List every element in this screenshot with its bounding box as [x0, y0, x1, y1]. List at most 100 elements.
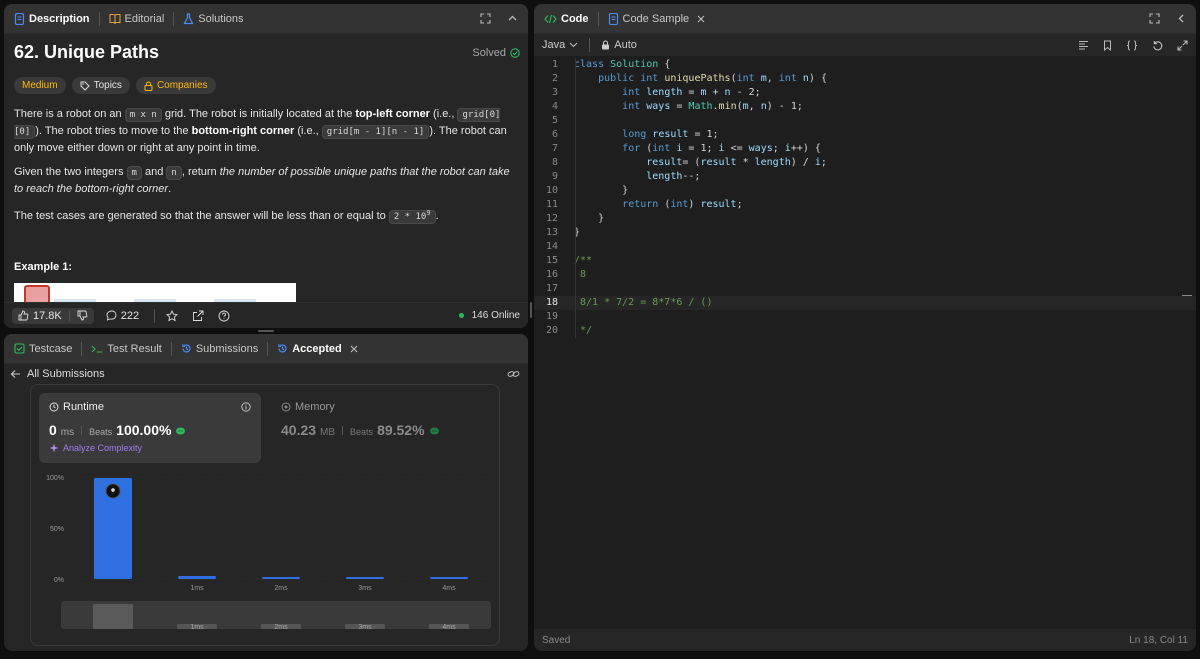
document-icon: [14, 12, 25, 25]
companies-tag[interactable]: Companies: [135, 77, 216, 94]
comments-button[interactable]: 222: [102, 308, 143, 324]
tab-accepted[interactable]: Accepted: [277, 343, 358, 355]
horizontal-resize-handle[interactable]: [4, 328, 528, 333]
line-number: 20: [545, 325, 558, 336]
tab-divider: [170, 341, 172, 356]
problem-paragraph-3: The test cases are generated so that the…: [14, 205, 520, 225]
code-line[interactable]: 4 int ways = Math.min(m, n) - 1;: [534, 100, 1196, 114]
beats-label: Beats: [89, 427, 113, 437]
code-line[interactable]: 10 }: [534, 184, 1196, 198]
difficulty-badge[interactable]: Medium: [14, 77, 66, 94]
code-line[interactable]: 11 return (int) result;: [534, 198, 1196, 212]
code-line[interactable]: 17: [534, 282, 1196, 296]
navigator-label: 4ms: [442, 624, 456, 631]
memory-card[interactable]: Memory 40.23 MB Beats 89.52%: [271, 393, 493, 463]
chevron-up-icon[interactable]: [507, 13, 518, 24]
tab-test-result[interactable]: Test Result: [91, 343, 162, 355]
code-line[interactable]: 14: [534, 240, 1196, 254]
bar: [178, 575, 216, 579]
thumbs-down-icon[interactable]: [77, 310, 88, 321]
code-line[interactable]: 19: [534, 310, 1196, 324]
tab-code-sample[interactable]: Code Sample: [608, 12, 706, 25]
code-text: */: [574, 325, 593, 336]
result-panel: Testcase Test Result Submissions Accepte…: [4, 334, 528, 651]
line-number: 4: [551, 101, 558, 112]
check-circle-icon: [510, 47, 520, 58]
topics-tag[interactable]: Topics: [71, 77, 130, 94]
code-line[interactable]: 1 class Solution {: [534, 58, 1196, 72]
share-icon[interactable]: [192, 310, 204, 322]
code-line[interactable]: 2 public int uniquePaths(int m, int n) {: [534, 72, 1196, 86]
code-line[interactable]: 16 8: [534, 268, 1196, 282]
code-line[interactable]: 15 /**: [534, 254, 1196, 268]
description-panel: Description Editorial Solutions 62. Uniq…: [4, 4, 528, 328]
code-text: result= (result * length) / i;: [646, 157, 827, 168]
code-line[interactable]: 13}: [534, 226, 1196, 240]
tab-editorial[interactable]: Editorial: [109, 12, 165, 25]
code-editor[interactable]: 1 class Solution {2 public int uniquePath…: [534, 56, 1196, 629]
star-icon[interactable]: [166, 309, 179, 322]
autosave-toggle[interactable]: Auto: [601, 39, 637, 51]
tab-divider: [81, 341, 83, 356]
braces-icon[interactable]: [1126, 40, 1138, 51]
bookmark-icon[interactable]: [1103, 40, 1112, 51]
tab-code[interactable]: Code: [544, 13, 589, 25]
flask-icon: [183, 12, 194, 25]
navigator-label: 3ms: [358, 624, 372, 631]
maximize-icon[interactable]: [1177, 39, 1188, 51]
expand-icon[interactable]: [1149, 13, 1160, 24]
text: .: [168, 183, 172, 195]
chevron-left-icon[interactable]: [1176, 13, 1186, 24]
line-number: 7: [551, 143, 558, 154]
runtime-label: Runtime: [63, 401, 104, 413]
code-line[interactable]: 18 8/1 * 7/2 = 8*7*6 / (): [534, 296, 1196, 310]
code-line[interactable]: 6 long result = 1;: [534, 128, 1196, 142]
info-icon[interactable]: [241, 402, 251, 412]
line-number: 18: [545, 297, 558, 308]
vertical-resize-handle[interactable]: [529, 270, 533, 350]
code-line[interactable]: 9 length--;: [534, 170, 1196, 184]
runtime-card[interactable]: Runtime 0 ms Beats 100.00% Analyze Compl…: [39, 393, 261, 463]
arrow-left-icon[interactable]: [10, 369, 21, 379]
divider: [68, 310, 70, 321]
tab-testcase[interactable]: Testcase: [14, 343, 72, 355]
code-line[interactable]: 3 int length = m + n - 2;: [534, 86, 1196, 100]
y-tick-label: 0%: [54, 577, 64, 584]
inline-code: m: [126, 166, 142, 180]
reset-icon[interactable]: [1152, 40, 1163, 51]
code-line[interactable]: 8 result= (result * length) / i;: [534, 156, 1196, 170]
tab-solutions[interactable]: Solutions: [183, 12, 244, 25]
code-text: long result = 1;: [622, 129, 719, 140]
submission-nav: All Submissions: [10, 364, 520, 384]
tab-description-label: Description: [29, 12, 90, 25]
code-text: length--;: [646, 171, 701, 182]
code-text: int length = m + n - 2;: [622, 87, 761, 98]
text: , return: [181, 166, 220, 178]
like-button[interactable]: 17.8K: [12, 307, 94, 324]
code-line[interactable]: 5: [534, 114, 1196, 128]
format-align-icon[interactable]: [1078, 40, 1089, 50]
memory-beats-value: 89.52%: [377, 422, 425, 438]
help-icon[interactable]: [218, 310, 230, 322]
close-icon[interactable]: [350, 345, 358, 353]
code-line[interactable]: 20 */: [534, 324, 1196, 338]
analyze-complexity-button[interactable]: Analyze Complexity: [49, 443, 251, 453]
tab-divider: [597, 11, 599, 26]
description-footer: 17.8K 222 146 Online: [4, 302, 528, 328]
runtime-value: 0: [49, 422, 57, 438]
expand-icon[interactable]: [480, 13, 491, 24]
tab-description[interactable]: Description: [14, 12, 90, 25]
tab-submissions[interactable]: Submissions: [181, 343, 258, 355]
autosave-label: Auto: [614, 39, 637, 51]
text: The test cases are generated so that the…: [14, 210, 389, 222]
code-line[interactable]: 7 for (int i = 1; i <= ways; i++) {: [534, 142, 1196, 156]
language-select[interactable]: Java: [542, 39, 578, 51]
close-icon[interactable]: [697, 15, 705, 23]
link-icon[interactable]: [507, 369, 520, 379]
navigator-bar: [93, 604, 133, 629]
all-submissions-link[interactable]: All Submissions: [27, 368, 105, 380]
problem-paragraph-2: Given the two integers m and n, return t…: [14, 164, 520, 197]
code-line[interactable]: 12 }: [534, 212, 1196, 226]
language-value: Java: [542, 39, 566, 51]
tab-editorial-label: Editorial: [124, 12, 165, 25]
